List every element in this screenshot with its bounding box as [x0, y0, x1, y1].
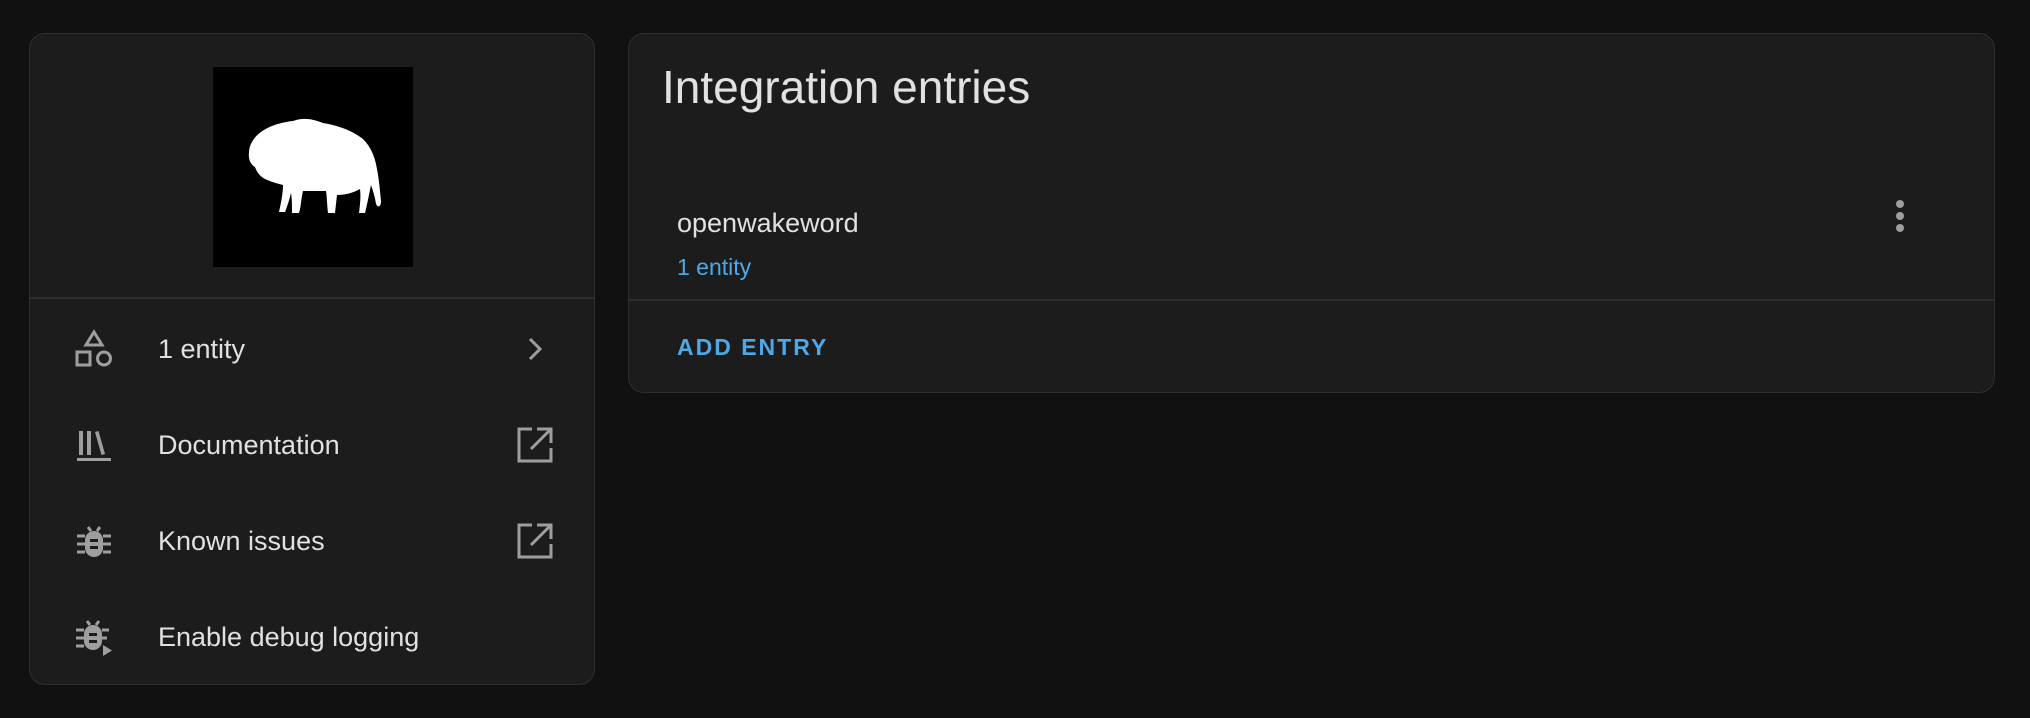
- known-issues-label: Known issues: [158, 526, 325, 556]
- integration-entries-card: Integration entries openwakeword 1 entit…: [628, 33, 1995, 393]
- config-entry-row[interactable]: openwakeword 1 entity: [629, 174, 1994, 286]
- open-in-new-icon: [516, 426, 554, 464]
- documentation-link-row[interactable]: Documentation: [30, 397, 594, 493]
- known-issues-link-row[interactable]: Known issues: [30, 493, 594, 589]
- card-title: Integration entries: [662, 61, 1031, 113]
- open-in-new-icon: [516, 522, 554, 560]
- logo-area: [30, 34, 594, 299]
- card-actions-divider: [629, 299, 1994, 301]
- shapes-icon: [74, 329, 114, 369]
- entities-link-row[interactable]: 1 entity: [30, 301, 594, 397]
- bison-logo: [213, 67, 413, 267]
- add-entry-button[interactable]: ADD ENTRY: [677, 334, 828, 361]
- bug-play-icon: [74, 617, 114, 657]
- entry-entities-link[interactable]: 1 entity: [677, 254, 751, 281]
- entry-name: openwakeword: [677, 208, 859, 238]
- entities-count-label: 1 entity: [158, 334, 246, 364]
- dots-vertical-icon: [1896, 200, 1904, 232]
- chevron-right-icon: [516, 330, 554, 368]
- enable-debug-logging-row[interactable]: Enable debug logging: [30, 589, 594, 684]
- overflow-menu-button[interactable]: [1876, 192, 1924, 240]
- bug-icon: [74, 521, 114, 561]
- library-books-icon: [74, 425, 114, 465]
- enable-debug-logging-label: Enable debug logging: [158, 622, 420, 652]
- integration-info-card: 1 entity Documentation Known issues Enab…: [29, 33, 595, 685]
- documentation-label: Documentation: [158, 430, 340, 460]
